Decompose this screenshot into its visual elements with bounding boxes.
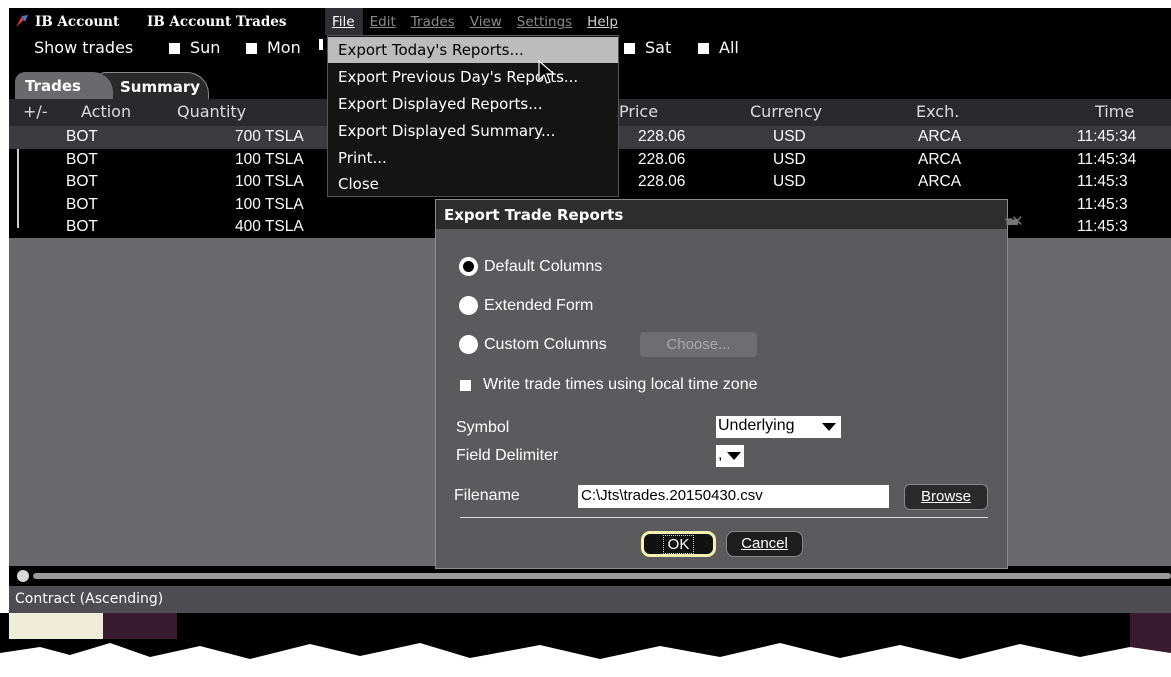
local-time-checkbox[interactable]: Write trade times using local time zone [460,376,757,394]
browse-button[interactable]: Browse [904,484,988,510]
menu-help[interactable]: Help [580,8,626,35]
checkbox-sun[interactable]: Sun [169,38,220,57]
radio-button[interactable] [459,257,478,276]
symbol-select[interactable]: Underlying [716,416,841,438]
menu-item-export-summary[interactable]: Export Displayed Summary... [328,118,618,144]
show-trades-label: Show trades [34,38,134,57]
dialog-title: Export Trade Reports [444,206,624,224]
symbol-label: Symbol [456,419,510,436]
checkbox-sat[interactable]: Sat [624,38,671,57]
torn-edge-decoration [0,643,1171,677]
menu-settings[interactable]: Settings [510,8,580,35]
title-bar: IB Account IB Account Trades File Edit T… [9,8,1171,35]
dialog-title-bar: Export Trade Reports ▬ ▾ ✕ [436,200,1024,230]
radio-button[interactable] [459,296,478,315]
col-quantity[interactable]: Quantity [177,102,246,121]
account-label: IB Account [35,14,120,30]
status-bar: Contract (Ascending) [9,586,1171,613]
choose-button[interactable]: Choose... [640,332,757,357]
window-title: IB Account Trades [147,14,287,30]
menu-item-export-today[interactable]: Export Today's Reports... [328,37,618,63]
checkbox-box[interactable] [624,42,635,54]
file-menu-dropdown: Export Today's Reports... Export Previou… [327,35,619,197]
checkbox-box[interactable] [319,39,323,50]
col-exch[interactable]: Exch. [916,102,959,121]
tab-trades[interactable]: Trades [15,72,113,99]
field-delimiter-select[interactable]: , [716,445,744,467]
menu-edit[interactable]: Edit [363,8,404,35]
menu-trades[interactable]: Trades [404,8,463,35]
menu-item-export-previous[interactable]: Export Previous Day's Reports... [328,64,618,90]
checkbox-box[interactable] [460,379,471,391]
menu-item-export-displayed[interactable]: Export Displayed Reports... [328,91,618,117]
sort-status: Contract (Ascending) [15,591,164,607]
col-expand[interactable]: +/- [23,102,48,121]
chevron-down-icon [727,452,741,460]
taskbar-strip [0,613,1171,677]
chevron-down-icon [822,423,836,431]
menu-bar: File Edit Trades View Settings Help [325,8,626,35]
scroll-track[interactable] [33,573,1171,579]
col-action[interactable]: Action [81,102,131,121]
radio-button[interactable] [459,335,478,354]
filename-label: Filename [454,487,520,504]
scroll-left-icon[interactable] [17,570,29,582]
horizontal-scrollbar[interactable] [9,566,1171,586]
ok-button[interactable]: OK [641,531,716,557]
radio-custom-columns[interactable]: Custom Columns [459,335,607,354]
field-delimiter-label: Field Delimiter [456,447,559,464]
radio-extended-form[interactable]: Extended Form [459,296,593,315]
menu-item-close[interactable]: Close [328,171,618,197]
checkbox-box[interactable] [246,42,257,54]
export-trade-reports-dialog: Export Trade Reports ▬ ▾ ✕ Default Colum… [435,199,1024,569]
col-time[interactable]: Time [1095,102,1134,121]
checkbox-box[interactable] [169,42,180,54]
cancel-button[interactable]: Cancel [726,531,803,557]
ib-logo-icon [16,15,28,27]
checkbox-box[interactable] [698,42,709,54]
radio-default-columns[interactable]: Default Columns [459,257,602,276]
close-icon[interactable]: ✕ [1011,212,1024,230]
checkbox-mon[interactable]: Mon [246,38,301,57]
menu-item-print[interactable]: Print... [328,145,618,171]
col-currency[interactable]: Currency [750,102,822,121]
dialog-divider [460,517,988,518]
checkbox-all[interactable]: All [698,38,739,57]
mouse-cursor-icon [538,60,556,84]
tab-summary[interactable]: Summary [97,72,209,99]
menu-file[interactable]: File [325,8,363,35]
col-price[interactable]: Price [619,102,658,121]
menu-view[interactable]: View [463,8,510,35]
filename-input[interactable]: C:\Jts\trades.20150430.csv [578,485,889,508]
